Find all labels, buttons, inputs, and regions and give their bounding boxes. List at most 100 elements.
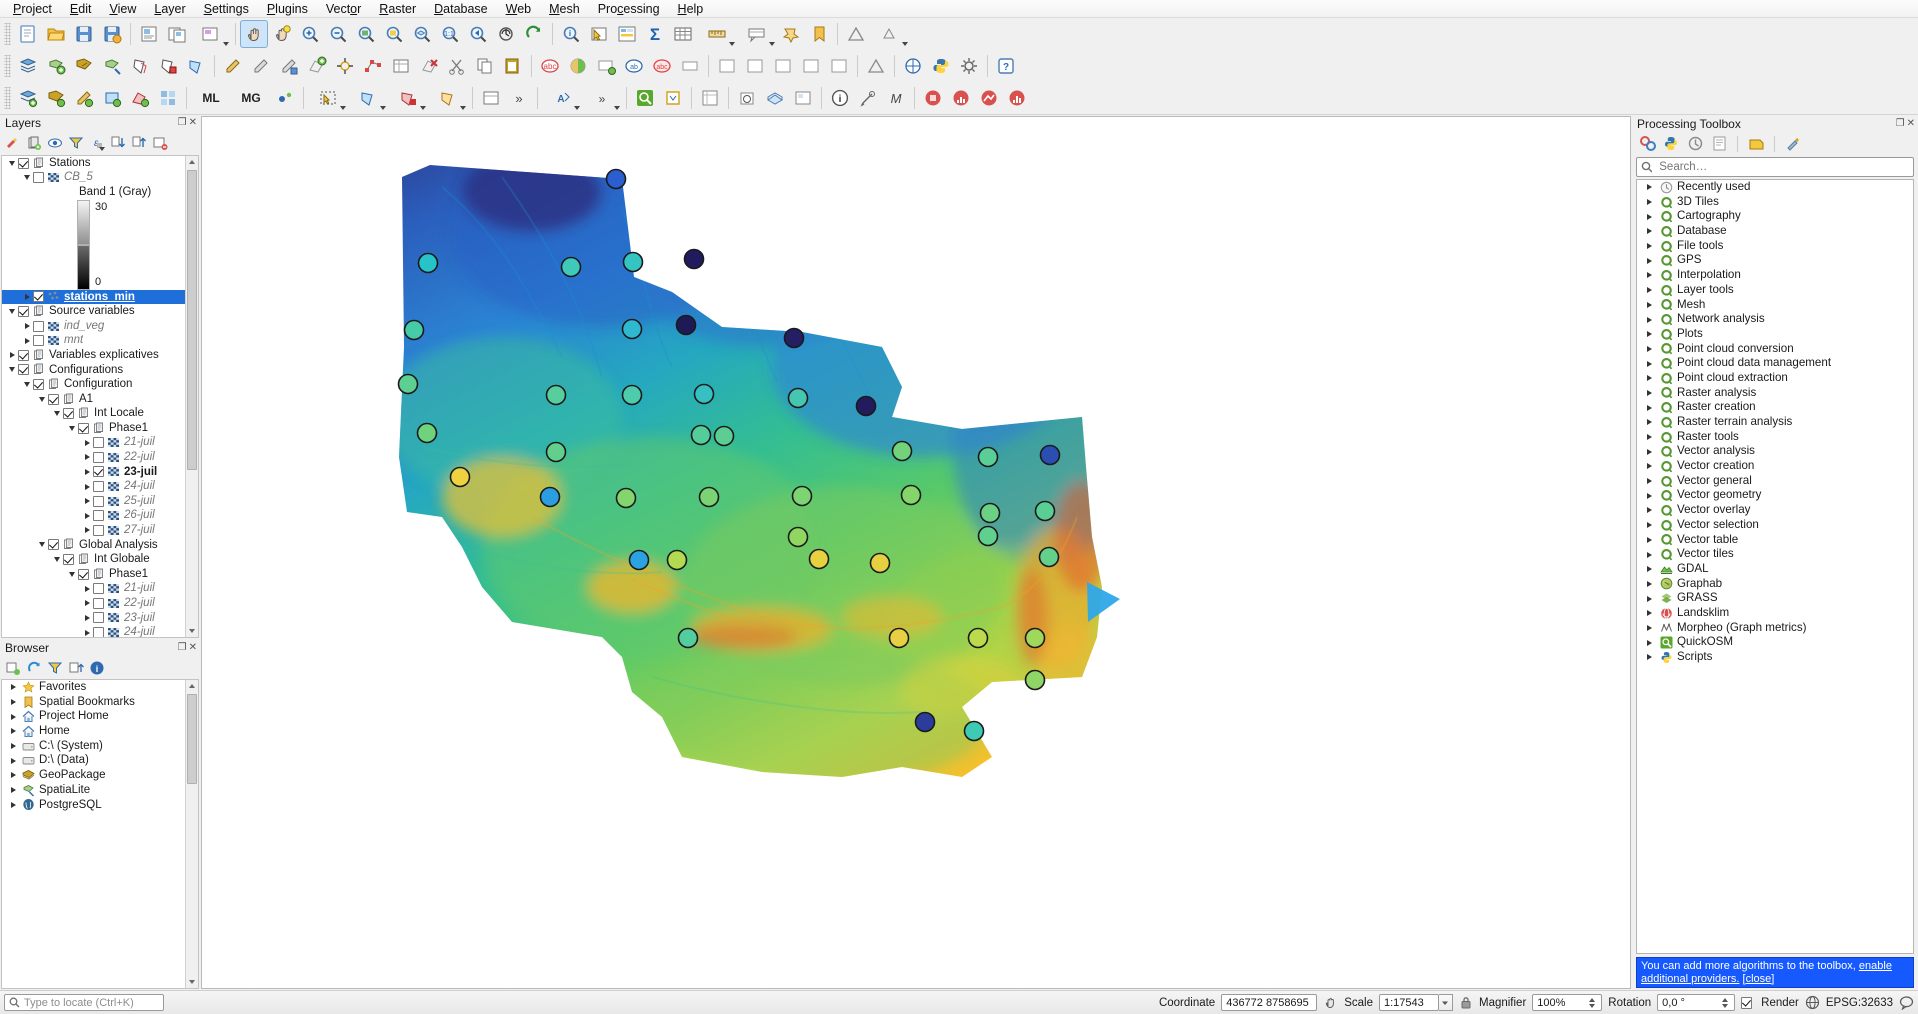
processing-toolbox-list[interactable]: Recently used3D TilesCartographyDatabase…: [1636, 179, 1914, 954]
layer-tree-row[interactable]: 22-juil: [2, 596, 198, 611]
layer-tree-row[interactable]: A1: [2, 392, 198, 407]
manage-map-themes-icon[interactable]: [45, 133, 65, 153]
chevron-right-icon[interactable]: [1643, 287, 1655, 293]
toolbox-provider-row[interactable]: Raster terrain analysis: [1637, 415, 1913, 430]
close-icon[interactable]: ✕: [189, 643, 197, 653]
browser-tree-row[interactable]: PostgreSQL: [2, 798, 198, 813]
chevron-right-icon[interactable]: [81, 484, 93, 490]
new-memory-layer-icon[interactable]: [126, 52, 154, 80]
layer-tree-row[interactable]: Phase1: [2, 421, 198, 436]
chevron-right-icon[interactable]: [81, 630, 93, 636]
layer-tree-row[interactable]: Configurations: [2, 363, 198, 378]
scale-dropdown-arrow[interactable]: [1439, 994, 1453, 1011]
chevron-right-icon[interactable]: [81, 513, 93, 519]
chevron-right-icon[interactable]: [21, 323, 33, 329]
chevron-down-icon[interactable]: [51, 557, 63, 562]
scroll-down-icon[interactable]: [186, 625, 198, 637]
layer-visibility-checkbox[interactable]: [33, 379, 44, 390]
layer-visibility-checkbox[interactable]: [63, 408, 74, 419]
chevron-right-icon[interactable]: [7, 772, 19, 778]
chevron-right-icon[interactable]: [1643, 434, 1655, 440]
toolbox-provider-row[interactable]: GPS: [1637, 253, 1913, 268]
toolbox-provider-row[interactable]: Vector general: [1637, 474, 1913, 489]
add-wms-layer-icon[interactable]: [70, 84, 98, 112]
close-icon[interactable]: ✕: [1907, 119, 1915, 129]
menu-web[interactable]: Web: [497, 0, 540, 18]
qfield-icon[interactable]: [659, 84, 687, 112]
chevron-down-icon[interactable]: [6, 309, 18, 314]
zoom-next-icon[interactable]: [492, 20, 520, 48]
chevron-down-icon[interactable]: [21, 175, 33, 180]
layer-visibility-checkbox[interactable]: [63, 554, 74, 565]
toolbox-provider-row[interactable]: Point cloud conversion: [1637, 342, 1913, 357]
toggle-editing-icon[interactable]: [247, 52, 275, 80]
layer-tree-row[interactable]: 23-juil: [2, 611, 198, 626]
layer-visibility-checkbox[interactable]: [93, 510, 104, 521]
scrollbar-thumb[interactable]: [187, 694, 197, 784]
layer-tree-row[interactable]: ind_veg: [2, 319, 198, 334]
chevron-right-icon[interactable]: [1643, 537, 1655, 543]
layer-visibility-checkbox[interactable]: [93, 452, 104, 463]
open-project-icon[interactable]: [42, 20, 70, 48]
new-print-layout-icon[interactable]: [135, 20, 163, 48]
locator-bar[interactable]: Type to locate (Ctrl+K): [4, 994, 164, 1011]
more-tools-icon[interactable]: [477, 84, 505, 112]
chevron-right-icon[interactable]: [1643, 214, 1655, 220]
metasearch-icon[interactable]: M: [882, 84, 910, 112]
chevron-right-icon[interactable]: [1643, 346, 1655, 352]
layer-visibility-checkbox[interactable]: [93, 627, 104, 638]
chevron-right-icon[interactable]: [1643, 361, 1655, 367]
chevron-right-icon[interactable]: [1643, 625, 1655, 631]
menu-edit[interactable]: Edit: [61, 0, 101, 18]
scroll-down-icon[interactable]: [186, 976, 198, 988]
layer-visibility-checkbox[interactable]: [33, 335, 44, 346]
chevron-right-icon[interactable]: [1643, 405, 1655, 411]
chevron-right-icon[interactable]: [7, 787, 19, 793]
chevron-right-icon[interactable]: [1643, 419, 1655, 425]
zoom-to-selection-icon[interactable]: [380, 20, 408, 48]
toolbox-provider-row[interactable]: Cartography: [1637, 209, 1913, 224]
save-project-icon[interactable]: [70, 20, 98, 48]
zoom-last-icon[interactable]: [464, 20, 492, 48]
layer-tree-row[interactable]: Phase1: [2, 567, 198, 582]
chevron-right-icon[interactable]: [1643, 184, 1655, 190]
chevron-right-icon[interactable]: [21, 338, 33, 344]
plugin-ml-button[interactable]: ML: [191, 84, 231, 112]
annotation-dropdown[interactable]: [870, 20, 910, 48]
layer-visibility-checkbox[interactable]: [93, 481, 104, 492]
save-project-as-icon[interactable]: [98, 20, 126, 48]
landsklim-4-icon[interactable]: [1003, 84, 1031, 112]
chevron-right-icon[interactable]: [1643, 258, 1655, 264]
layer-tree-row[interactable]: Stations: [2, 156, 198, 171]
layer-visibility-checkbox[interactable]: [78, 569, 89, 580]
close-icon[interactable]: ✕: [189, 118, 197, 128]
remove-layer-icon[interactable]: [150, 133, 170, 153]
menu-help[interactable]: Help: [669, 0, 713, 18]
toolbox-provider-row[interactable]: Vector geometry: [1637, 488, 1913, 503]
show-hide-labels-icon[interactable]: abc: [648, 52, 676, 80]
layer-tree-row[interactable]: 30: [2, 200, 198, 245]
chevron-right-icon[interactable]: [21, 294, 33, 300]
layer-tree-row[interactable]: Global Analysis: [2, 538, 198, 553]
chevron-right-icon[interactable]: [1643, 654, 1655, 660]
toolbox-provider-row[interactable]: Scripts: [1637, 650, 1913, 665]
browser-tree-row[interactable]: GeoPackage: [2, 768, 198, 783]
pin-labels-icon[interactable]: ab: [620, 52, 648, 80]
layer-tree-row[interactable]: 21-juil: [2, 435, 198, 450]
toolbox-provider-row[interactable]: Point cloud data management: [1637, 356, 1913, 371]
layout-3d-icon[interactable]: [789, 84, 817, 112]
chevron-right-icon[interactable]: [1643, 566, 1655, 572]
zoom-full-icon[interactable]: [352, 20, 380, 48]
chevron-right-icon[interactable]: [7, 728, 19, 734]
python-script-icon[interactable]: [1661, 134, 1681, 154]
show-map-tips-icon[interactable]: [737, 20, 777, 48]
lock-scale-icon[interactable]: [1459, 995, 1473, 1010]
delete-selected-icon[interactable]: [415, 52, 443, 80]
chevron-right-icon[interactable]: [1643, 302, 1655, 308]
layer-visibility-checkbox[interactable]: [18, 158, 29, 169]
move-feature-icon[interactable]: [331, 52, 359, 80]
temporal-controller-icon[interactable]: [733, 84, 761, 112]
layout-dropdown[interactable]: [191, 20, 231, 48]
toolbox-provider-row[interactable]: Layer tools: [1637, 283, 1913, 298]
layer-tree-row[interactable]: 21-juil: [2, 581, 198, 596]
